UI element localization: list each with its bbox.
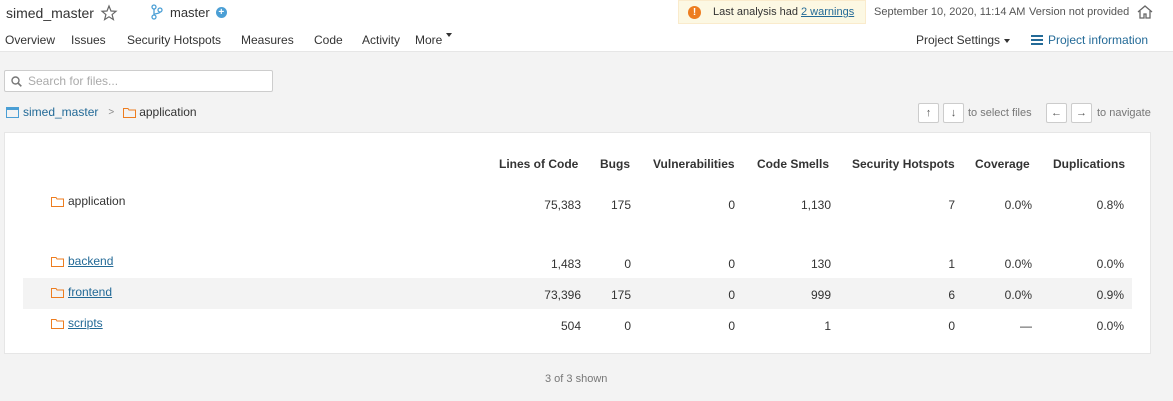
file-name: application: [68, 194, 126, 208]
cell-code-smells[interactable]: 130: [811, 257, 831, 271]
project-name[interactable]: simed_master: [6, 5, 94, 21]
cell-security-hotspots[interactable]: 0: [948, 319, 955, 333]
project-settings-label: Project Settings: [916, 33, 1001, 47]
cell-vulnerabilities[interactable]: 0: [728, 257, 735, 271]
cell-bugs[interactable]: 0: [624, 257, 631, 271]
cell-bugs[interactable]: 175: [611, 198, 631, 212]
tab-security-hotspots[interactable]: Security Hotspots: [127, 33, 221, 47]
cell-duplications[interactable]: 0.0%: [1097, 319, 1124, 333]
branch-name: master: [170, 4, 210, 20]
breadcrumb-current: application: [139, 105, 197, 119]
tab-overview[interactable]: Overview: [5, 33, 55, 47]
tab-more[interactable]: More: [415, 33, 453, 47]
branch-icon: [151, 4, 163, 20]
file-cell: frontend: [51, 285, 112, 299]
cell-code-smells[interactable]: 999: [811, 288, 831, 302]
cell-security-hotspots[interactable]: 7: [948, 198, 955, 212]
cell-security-hotspots[interactable]: 1: [948, 257, 955, 271]
cell-vulnerabilities[interactable]: 0: [728, 319, 735, 333]
star-icon[interactable]: [100, 4, 118, 22]
analysis-warning-banner: ! Last analysis had 2 warnings: [678, 0, 866, 24]
branch-selector[interactable]: master +: [150, 4, 227, 20]
home-icon[interactable]: [1136, 4, 1154, 20]
version-text: Version not provided: [1029, 6, 1130, 18]
list-icon: [1031, 35, 1043, 45]
cell-duplications[interactable]: 0.0%: [1097, 257, 1124, 271]
breadcrumb-root[interactable]: simed_master: [23, 105, 98, 119]
cell-bugs[interactable]: 0: [624, 319, 631, 333]
file-name-link[interactable]: frontend: [68, 285, 112, 299]
file-cell: scripts: [51, 316, 103, 330]
breadcrumb: simed_master > application: [6, 105, 197, 119]
cell-vulnerabilities[interactable]: 0: [728, 198, 735, 212]
col-security-hotspots[interactable]: Security Hotspots: [852, 157, 955, 171]
project-title: simed_master: [6, 4, 118, 22]
tab-more-label: More: [415, 33, 443, 47]
project-information-label: Project information: [1048, 33, 1149, 47]
file-cell: application: [51, 194, 125, 208]
table-row-application: application 75,383 175 0 1,130 7 0.0% 0.…: [23, 189, 1132, 220]
warning-icon: !: [688, 5, 701, 19]
folder-icon: [123, 107, 137, 118]
folder-icon: [51, 196, 64, 207]
warning-text: Last analysis had: [713, 6, 798, 18]
file-name-link[interactable]: backend: [68, 254, 113, 268]
col-lines-of-code[interactable]: Lines of Code: [499, 157, 578, 171]
cell-vulnerabilities[interactable]: 0: [728, 288, 735, 302]
cell-security-hotspots[interactable]: 6: [948, 288, 955, 302]
file-search: [4, 70, 273, 92]
tab-measures[interactable]: Measures: [241, 33, 294, 47]
search-input[interactable]: [28, 74, 258, 88]
col-bugs[interactable]: Bugs: [600, 157, 630, 171]
key-left: ←: [1046, 103, 1067, 123]
chevron-down-icon: [1004, 38, 1011, 43]
col-code-smells[interactable]: Code Smells: [757, 157, 829, 171]
tab-issues[interactable]: Issues: [71, 33, 106, 47]
key-right: →: [1071, 103, 1092, 123]
cell-coverage[interactable]: 0.0%: [1005, 198, 1032, 212]
file-name-link[interactable]: scripts: [68, 316, 103, 330]
cell-duplications[interactable]: 0.8%: [1097, 198, 1124, 212]
table-row-scripts[interactable]: scripts 504 0 0 1 0 — 0.0%: [23, 309, 1132, 340]
folder-icon: [51, 287, 64, 298]
cell-loc[interactable]: 1,483: [551, 257, 581, 271]
search-icon: [11, 75, 22, 87]
cell-bugs[interactable]: 175: [611, 288, 631, 302]
results-count: 3 of 3 shown: [545, 373, 608, 385]
col-coverage[interactable]: Coverage: [975, 157, 1030, 171]
key-up: ↑: [918, 103, 939, 123]
cell-duplications[interactable]: 0.9%: [1097, 288, 1124, 302]
project-information-link[interactable]: Project information: [1031, 33, 1148, 47]
tab-activity[interactable]: Activity: [362, 33, 400, 47]
project-settings-menu[interactable]: Project Settings: [916, 33, 1011, 47]
cell-code-smells[interactable]: 1,130: [801, 198, 831, 212]
folder-icon: [51, 256, 64, 267]
col-vulnerabilities[interactable]: Vulnerabilities: [653, 157, 735, 171]
cell-coverage[interactable]: —: [1020, 319, 1032, 333]
col-duplications[interactable]: Duplications: [1053, 157, 1125, 171]
branch-add-icon[interactable]: +: [215, 6, 227, 18]
table-row-backend[interactable]: backend 1,483 0 0 130 1 0.0% 0.0%: [23, 247, 1132, 278]
select-files-hint: to select files: [968, 107, 1032, 119]
cell-loc[interactable]: 504: [561, 319, 581, 333]
warnings-link[interactable]: 2 warnings: [801, 6, 854, 18]
cell-loc[interactable]: 75,383: [544, 198, 581, 212]
navigate-hint: to navigate: [1097, 107, 1151, 119]
tab-code[interactable]: Code: [314, 33, 343, 47]
cell-loc[interactable]: 73,396: [544, 288, 581, 302]
breadcrumb-separator: >: [108, 106, 115, 118]
code-table: Lines of Code Bugs Vulnerabilities Code …: [4, 132, 1151, 354]
folder-icon: [51, 318, 64, 329]
cell-code-smells[interactable]: 1: [824, 319, 831, 333]
table-row-frontend[interactable]: frontend 73,396 175 0 999 6 0.0% 0.9%: [23, 278, 1132, 309]
project-icon: [6, 106, 19, 118]
chevron-down-icon: [446, 33, 453, 37]
analysis-date: September 10, 2020, 11:14 AM: [874, 6, 1026, 18]
cell-coverage[interactable]: 0.0%: [1005, 288, 1032, 302]
top-bar: simed_master master + ! Last analysis ha…: [0, 0, 1173, 52]
file-cell: backend: [51, 254, 113, 268]
key-down: ↓: [943, 103, 964, 123]
cell-coverage[interactable]: 0.0%: [1005, 257, 1032, 271]
